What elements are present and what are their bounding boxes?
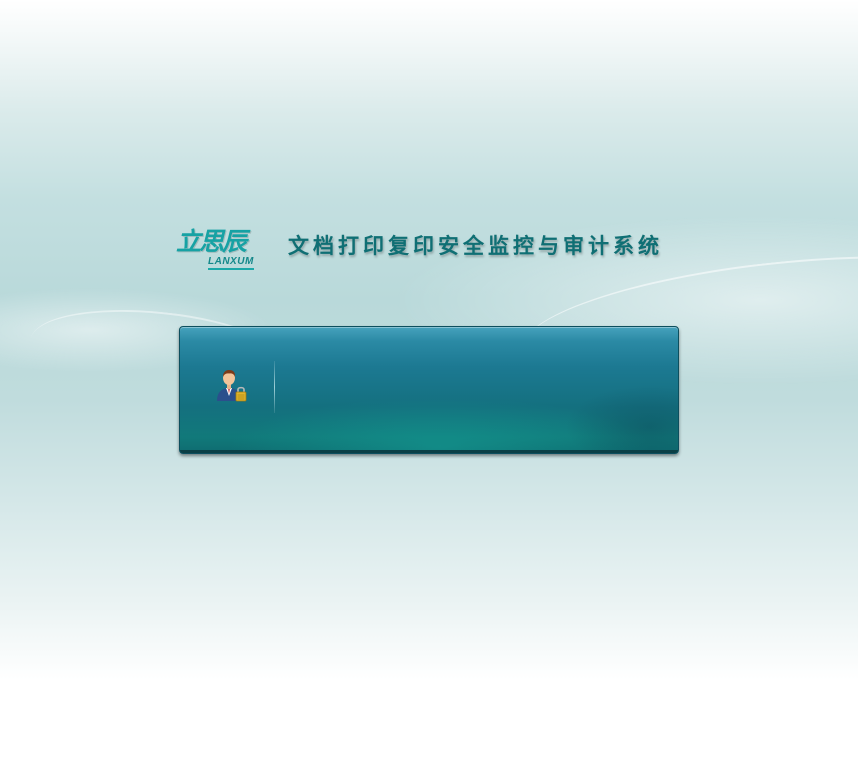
company-logo: 立思辰 LANXUM: [176, 228, 268, 272]
user-lock-icon: [214, 367, 250, 403]
system-title: 文档打印复印安全监控与审计系统: [288, 233, 663, 258]
logo-chinese-text: 立思辰: [176, 227, 247, 256]
login-form-area: [290, 347, 660, 435]
logo-english-text: LANXUM: [208, 256, 254, 270]
login-panel: [179, 326, 679, 454]
panel-divider: [274, 361, 275, 413]
